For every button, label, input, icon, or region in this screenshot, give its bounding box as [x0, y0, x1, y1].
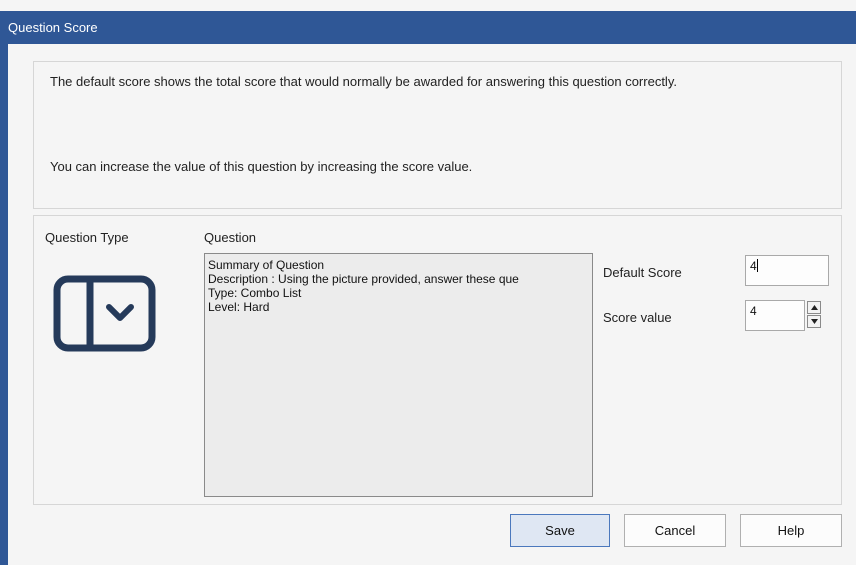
spin-up-button[interactable]	[807, 301, 821, 314]
window-titlebar: Question Score	[0, 0, 856, 44]
question-type-text: Type: Combo List	[208, 286, 302, 300]
score-value-label: Score value	[603, 310, 672, 325]
spin-down-button[interactable]	[807, 315, 821, 328]
triangle-down-icon	[811, 319, 818, 324]
window-title: Question Score	[0, 11, 856, 44]
question-level-text: Level: Hard	[208, 300, 270, 314]
triangle-up-icon	[811, 305, 818, 310]
score-value-text: 4	[750, 304, 757, 318]
question-label: Question	[204, 230, 257, 245]
question-summary-title: Summary of Question	[208, 258, 325, 272]
combo-list-icon	[53, 275, 156, 352]
default-score-label: Default Score	[603, 265, 682, 280]
info-panel: The default score shows the total score …	[33, 61, 842, 209]
cancel-button[interactable]: Cancel	[624, 514, 726, 547]
info-line-default-score: The default score shows the total score …	[50, 74, 677, 89]
question-type-label: Question Type	[45, 230, 129, 245]
default-score-value: 4	[750, 259, 757, 273]
text-cursor	[756, 259, 758, 272]
help-button[interactable]: Help	[740, 514, 842, 547]
save-button[interactable]: Save	[510, 514, 610, 547]
question-description: Description : Using the picture provided…	[208, 272, 519, 286]
score-value-spinner[interactable]	[807, 301, 821, 328]
default-score-input[interactable]: 4	[745, 255, 829, 286]
info-line-increase-score: You can increase the value of this quest…	[50, 159, 473, 174]
window-frame-left	[0, 44, 8, 565]
question-summary-box[interactable]: Summary of Question Description : Using …	[204, 253, 593, 497]
score-value-input[interactable]: 4	[745, 300, 805, 331]
